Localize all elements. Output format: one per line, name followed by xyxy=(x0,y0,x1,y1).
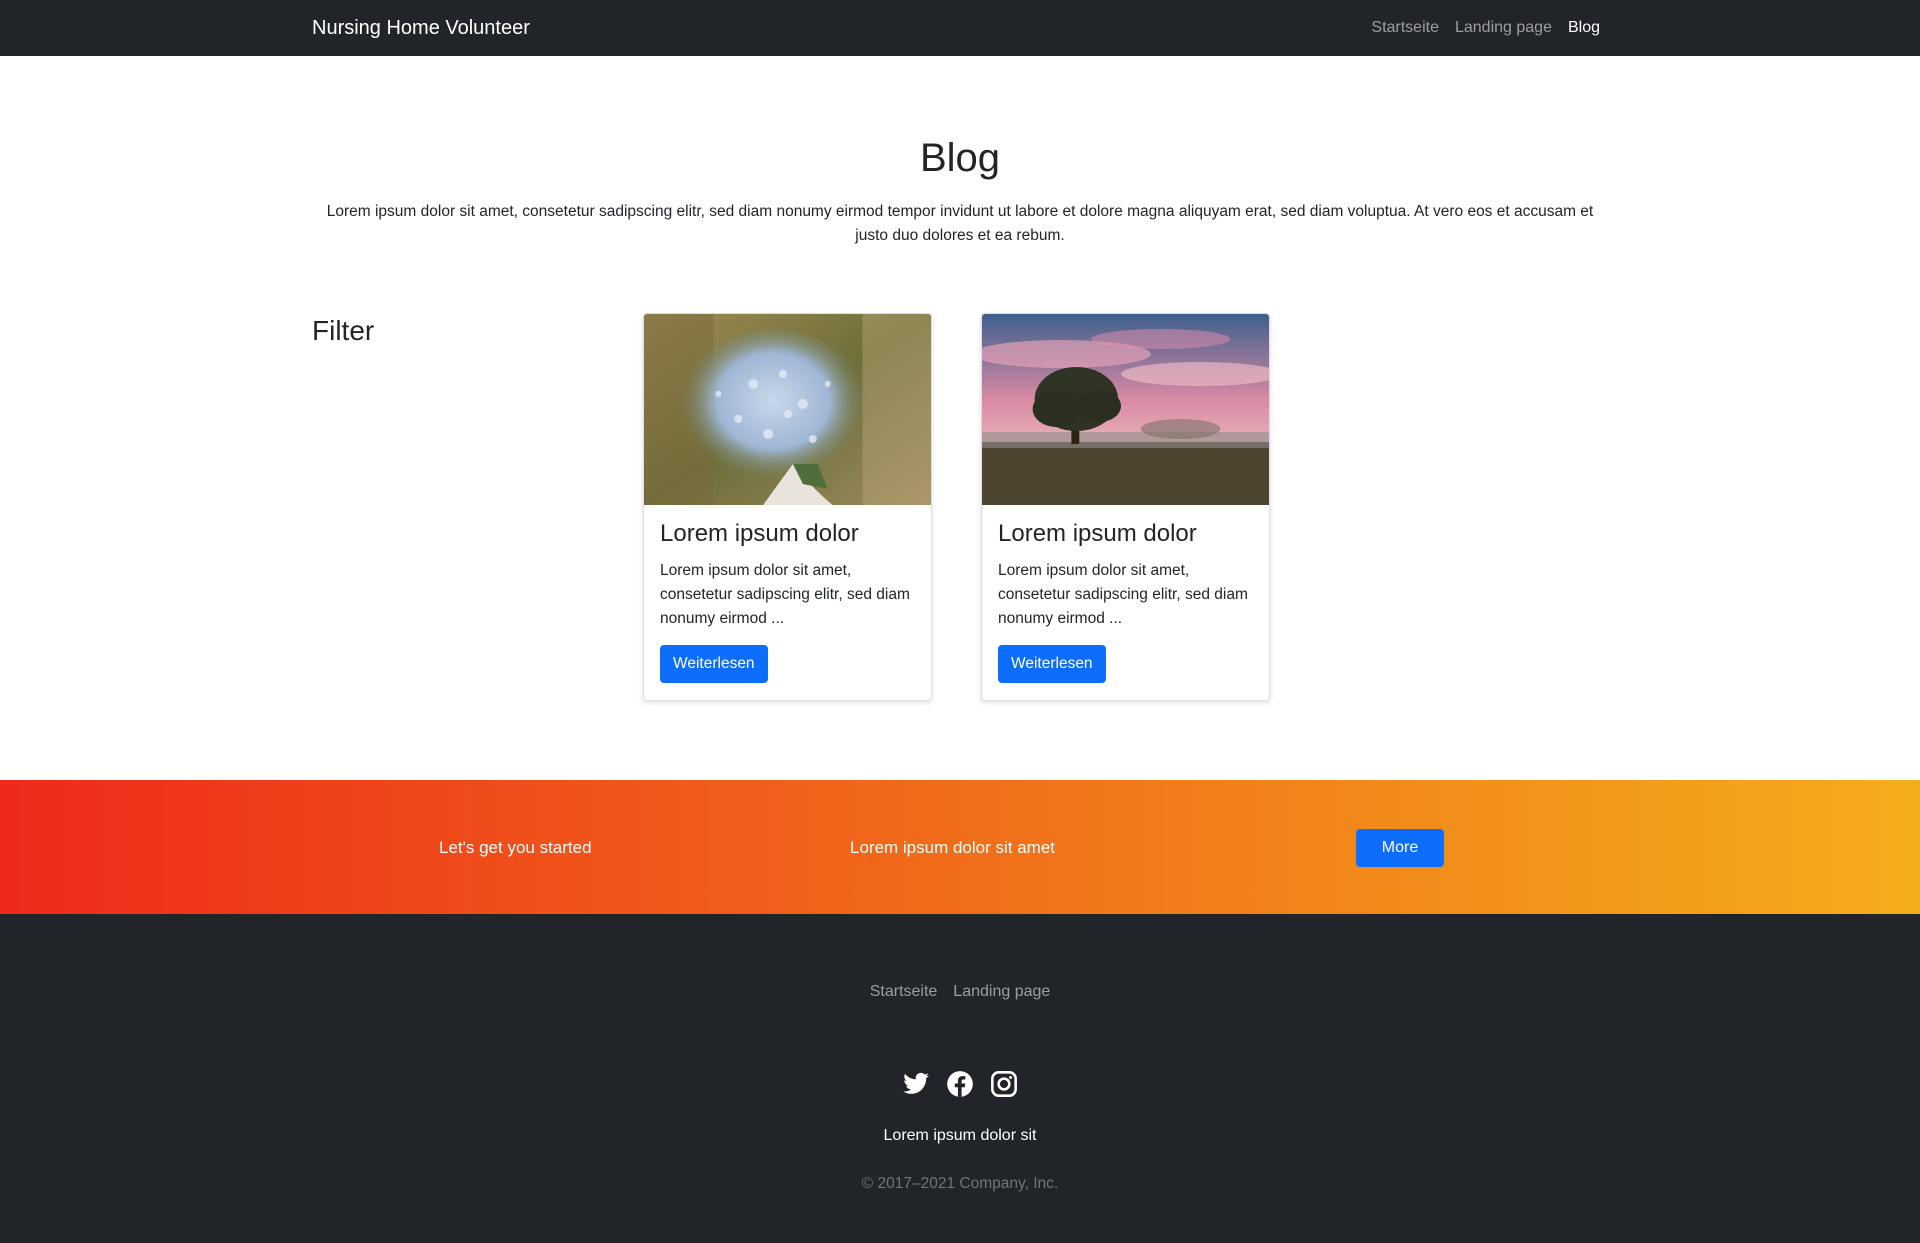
more-button[interactable]: More xyxy=(1356,829,1444,867)
facebook-icon[interactable] xyxy=(946,1070,974,1098)
nav-link-blog[interactable]: Blog xyxy=(1568,18,1600,38)
card-title: Lorem ipsum dolor xyxy=(998,520,1197,547)
nav-links: Startseite Landing page Blog xyxy=(1371,18,1600,38)
nav-link-landing-page[interactable]: Landing page xyxy=(1455,18,1552,38)
twitter-icon[interactable] xyxy=(902,1070,930,1098)
card-title: Lorem ipsum dolor xyxy=(660,520,859,547)
footer-tagline: Lorem ipsum dolor sit xyxy=(883,1127,1037,1144)
card-text: Lorem ipsum dolor sit amet, consetetur s… xyxy=(660,562,910,627)
top-navbar: Nursing Home Volunteer Startseite Landin… xyxy=(0,0,1920,56)
tree-in-field-at-sunset-photo xyxy=(982,314,1269,505)
footer-links: Startseite Landing page xyxy=(0,982,1920,1002)
card-text: Lorem ipsum dolor sit amet, consetetur s… xyxy=(998,562,1248,627)
card-body: Lorem ipsum dolor Lorem ipsum dolor sit … xyxy=(644,505,931,699)
footer: Startseite Landing page Lorem ipsum dolo… xyxy=(0,914,1920,1243)
page-lead: Lorem ipsum dolor sit amet, consetetur s… xyxy=(326,203,1594,244)
cta-middle-text: Lorem ipsum dolor sit amet xyxy=(850,838,1056,857)
cta-banner: Let's get you started Lorem ipsum dolor … xyxy=(0,780,1920,914)
card-body: Lorem ipsum dolor Lorem ipsum dolor sit … xyxy=(982,505,1269,699)
bouquet-of-blue-flowers-photo xyxy=(644,314,931,505)
blog-card: Lorem ipsum dolor Lorem ipsum dolor sit … xyxy=(643,313,932,701)
cta-left-text: Let's get you started xyxy=(439,838,592,857)
brand-link[interactable]: Nursing Home Volunteer xyxy=(312,16,530,40)
instagram-icon[interactable] xyxy=(990,1070,1018,1098)
social-icons xyxy=(0,1070,1920,1098)
read-more-button[interactable]: Weiterlesen xyxy=(660,645,768,683)
page-title: Blog xyxy=(919,136,1001,180)
read-more-button[interactable]: Weiterlesen xyxy=(998,645,1106,683)
footer-link-startseite[interactable]: Startseite xyxy=(870,982,938,1002)
footer-link-landing-page[interactable]: Landing page xyxy=(953,982,1050,1002)
nav-link-startseite[interactable]: Startseite xyxy=(1371,18,1439,38)
filter-heading: Filter xyxy=(312,315,375,346)
blog-card: Lorem ipsum dolor Lorem ipsum dolor sit … xyxy=(981,313,1270,701)
copyright-text: © 2017–2021 Company, Inc. xyxy=(861,1175,1059,1192)
